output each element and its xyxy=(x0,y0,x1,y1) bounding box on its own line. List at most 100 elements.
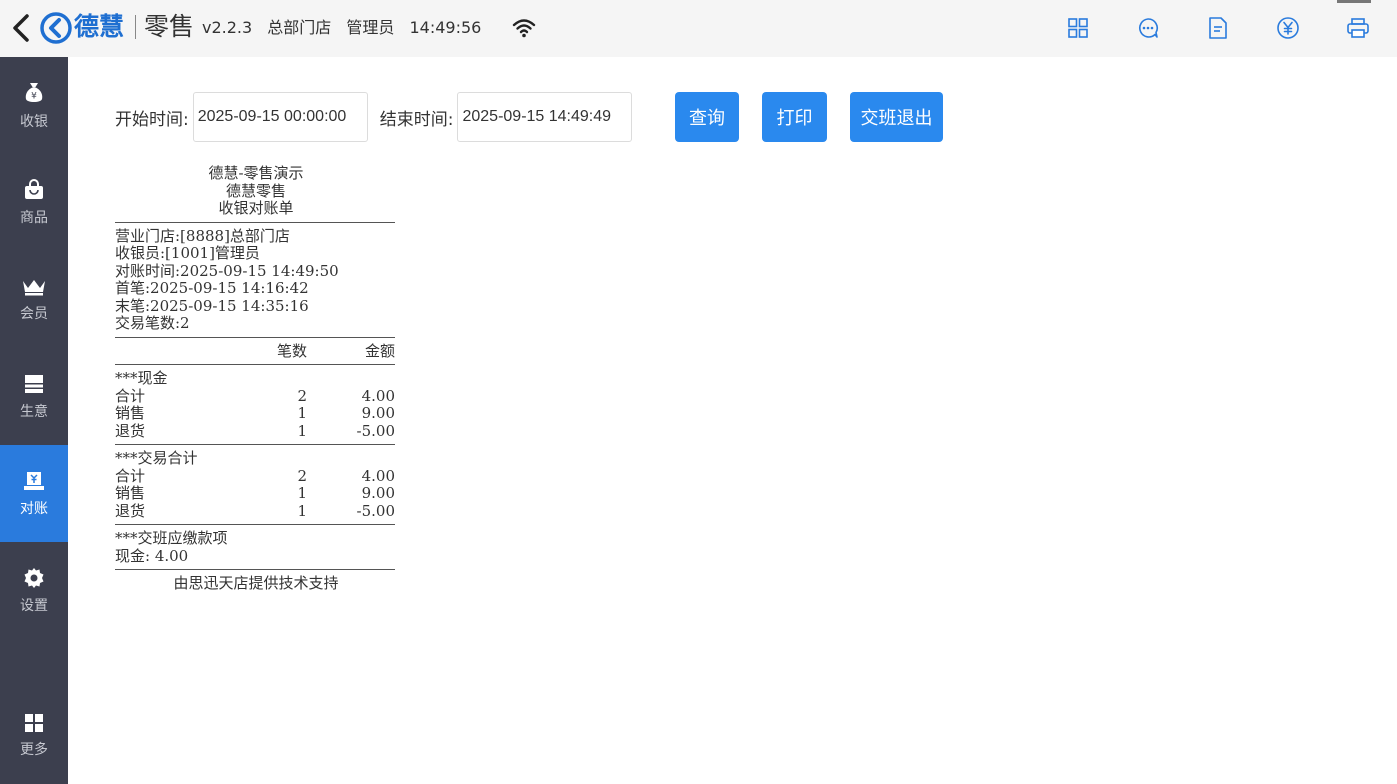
receipt-store-line: 营业门店:[8888]总部门店 xyxy=(115,226,290,245)
receipt-separator xyxy=(115,364,395,365)
row-count: 1 xyxy=(297,404,307,422)
table-row: 退货 1 -5.00 xyxy=(115,421,395,441)
row-count: 1 xyxy=(297,501,307,520)
table-row: 退货 1 -5.00 xyxy=(115,501,395,521)
receipt-separator xyxy=(115,524,395,525)
apps-icon xyxy=(25,713,43,732)
receipt-separator xyxy=(115,569,395,570)
top-indicator xyxy=(1337,0,1371,3)
receipt-cash-due-line: 现金: 4.00 xyxy=(115,546,189,565)
header-info: v2.2.3 总部门店 管理员 14:49:56 xyxy=(202,16,491,40)
row-name: 销售 xyxy=(115,404,146,422)
sidebar-item-products[interactable]: 商品 xyxy=(0,154,68,251)
table-row: 合计 2 4.00 xyxy=(115,386,395,406)
receipt-recon-time-line: 对账时间:2025-09-15 14:49:50 xyxy=(115,261,339,280)
title-divider xyxy=(135,15,136,39)
row-count: 2 xyxy=(297,386,307,405)
start-time-label: 开始时间: xyxy=(115,109,189,130)
crown-icon xyxy=(23,279,45,295)
sidebar-item-label: 收银 xyxy=(20,113,48,130)
printer-icon xyxy=(1347,18,1369,38)
sidebar-item-label: 对账 xyxy=(20,500,48,517)
receipt-column-header: 笔数 金额 xyxy=(115,341,395,361)
col-amount-header: 金额 xyxy=(364,341,395,360)
brand-name: 德慧 xyxy=(74,12,125,41)
print-button[interactable]: 打印 xyxy=(762,92,827,142)
wifi-icon xyxy=(512,19,536,38)
sidebar-item-settings[interactable]: 设置 xyxy=(0,542,68,639)
sidebar-item-label: 设置 xyxy=(20,597,48,614)
document-button[interactable] xyxy=(1205,14,1231,42)
row-name: 合计 xyxy=(115,386,146,405)
receipt-separator xyxy=(115,336,395,338)
table-row: 销售 1 9.00 xyxy=(115,484,395,503)
end-time-label: 结束时间: xyxy=(379,109,454,130)
filter-bar: 开始时间: 结束时间: xyxy=(115,92,633,142)
row-amount: 9.00 xyxy=(361,404,395,422)
payment-button[interactable] xyxy=(1275,14,1301,42)
handover-exit-button[interactable]: 交班退出 xyxy=(850,92,943,142)
row-amount: 4.00 xyxy=(361,386,395,405)
shopping-bag-icon xyxy=(25,178,43,199)
user-label: 管理员 xyxy=(346,18,395,37)
sidebar: ¥ 收银 商品 会员 生意 对账 设置 更多 xyxy=(0,57,68,784)
receipt-title-company: 德慧-零售演示 xyxy=(208,164,304,182)
yen-circle-icon xyxy=(1277,17,1299,39)
money-bag-icon: ¥ xyxy=(25,82,43,102)
document-icon xyxy=(1209,17,1227,39)
col-count-header: 笔数 xyxy=(276,341,307,360)
sidebar-item-label: 商品 xyxy=(20,209,48,226)
gear-icon xyxy=(24,567,44,588)
row-name: 退货 xyxy=(115,421,146,440)
row-amount: 9.00 xyxy=(361,484,395,502)
receipt-count-line: 交易笔数:2 xyxy=(115,314,190,332)
sidebar-item-more[interactable]: 更多 xyxy=(0,687,68,784)
sidebar-item-members[interactable]: 会员 xyxy=(0,251,68,348)
chat-bubble-icon xyxy=(1139,18,1159,38)
grid-button[interactable] xyxy=(1065,14,1091,42)
logo-icon xyxy=(40,12,72,44)
top-bar: 德慧 零售 v2.2.3 总部门店 管理员 14:49:56 xyxy=(0,0,1397,57)
query-button[interactable]: 查询 xyxy=(675,92,739,142)
receipt-title-doc: 收银对账单 xyxy=(218,199,294,217)
end-time-input[interactable] xyxy=(457,92,633,142)
receipt-cashier-line: 收银员:[1001]管理员 xyxy=(115,244,260,262)
time-label: 14:49:56 xyxy=(409,18,482,37)
row-count: 1 xyxy=(297,484,307,502)
row-name: 销售 xyxy=(115,484,146,502)
sidebar-item-business[interactable]: 生意 xyxy=(0,348,68,445)
version-label: v2.2.3 xyxy=(202,18,253,37)
receipt-last-line: 末笔:2025-09-15 14:35:16 xyxy=(115,296,309,315)
sidebar-item-checkout[interactable]: ¥ 收银 xyxy=(0,57,68,154)
row-amount: -5.00 xyxy=(356,421,395,440)
reconciliation-receipt: 德慧-零售演示 德慧零售 收银对账单 营业门店:[8888]总部门店 收银员:[… xyxy=(115,164,397,593)
printer-button[interactable] xyxy=(1345,14,1371,42)
reconcile-icon xyxy=(24,471,44,490)
receipt-separator xyxy=(115,444,395,445)
start-time-input[interactable] xyxy=(192,92,368,142)
receipt-handover-section: ***交班应缴款项 xyxy=(115,529,228,547)
row-amount: 4.00 xyxy=(361,466,395,485)
svg-text:¥: ¥ xyxy=(31,91,37,101)
sidebar-item-label: 更多 xyxy=(20,741,48,758)
chevron-left-icon xyxy=(13,14,29,42)
sidebar-item-label: 会员 xyxy=(20,305,48,322)
table-row: 销售 1 9.00 xyxy=(115,404,395,423)
chat-button[interactable] xyxy=(1135,14,1161,42)
receipt-cash-section: ***现金 xyxy=(115,369,168,387)
receipt-footer: 由思迅天店提供技术支持 xyxy=(173,574,339,592)
store-label: 总部门店 xyxy=(267,18,332,37)
row-name: 退货 xyxy=(115,501,146,520)
table-row: 合计 2 4.00 xyxy=(115,466,395,486)
receipt-total-section: ***交易合计 xyxy=(115,449,198,467)
back-button[interactable] xyxy=(8,12,34,44)
sidebar-item-label: 生意 xyxy=(20,403,48,420)
sidebar-item-reconcile[interactable]: 对账 xyxy=(0,445,68,542)
grid-icon xyxy=(1068,18,1088,38)
row-count: 1 xyxy=(297,421,307,440)
row-amount: -5.00 xyxy=(356,501,395,520)
register-icon xyxy=(25,374,43,393)
receipt-title-brand: 德慧零售 xyxy=(225,181,286,200)
row-count: 2 xyxy=(297,466,307,485)
receipt-separator xyxy=(115,221,395,223)
